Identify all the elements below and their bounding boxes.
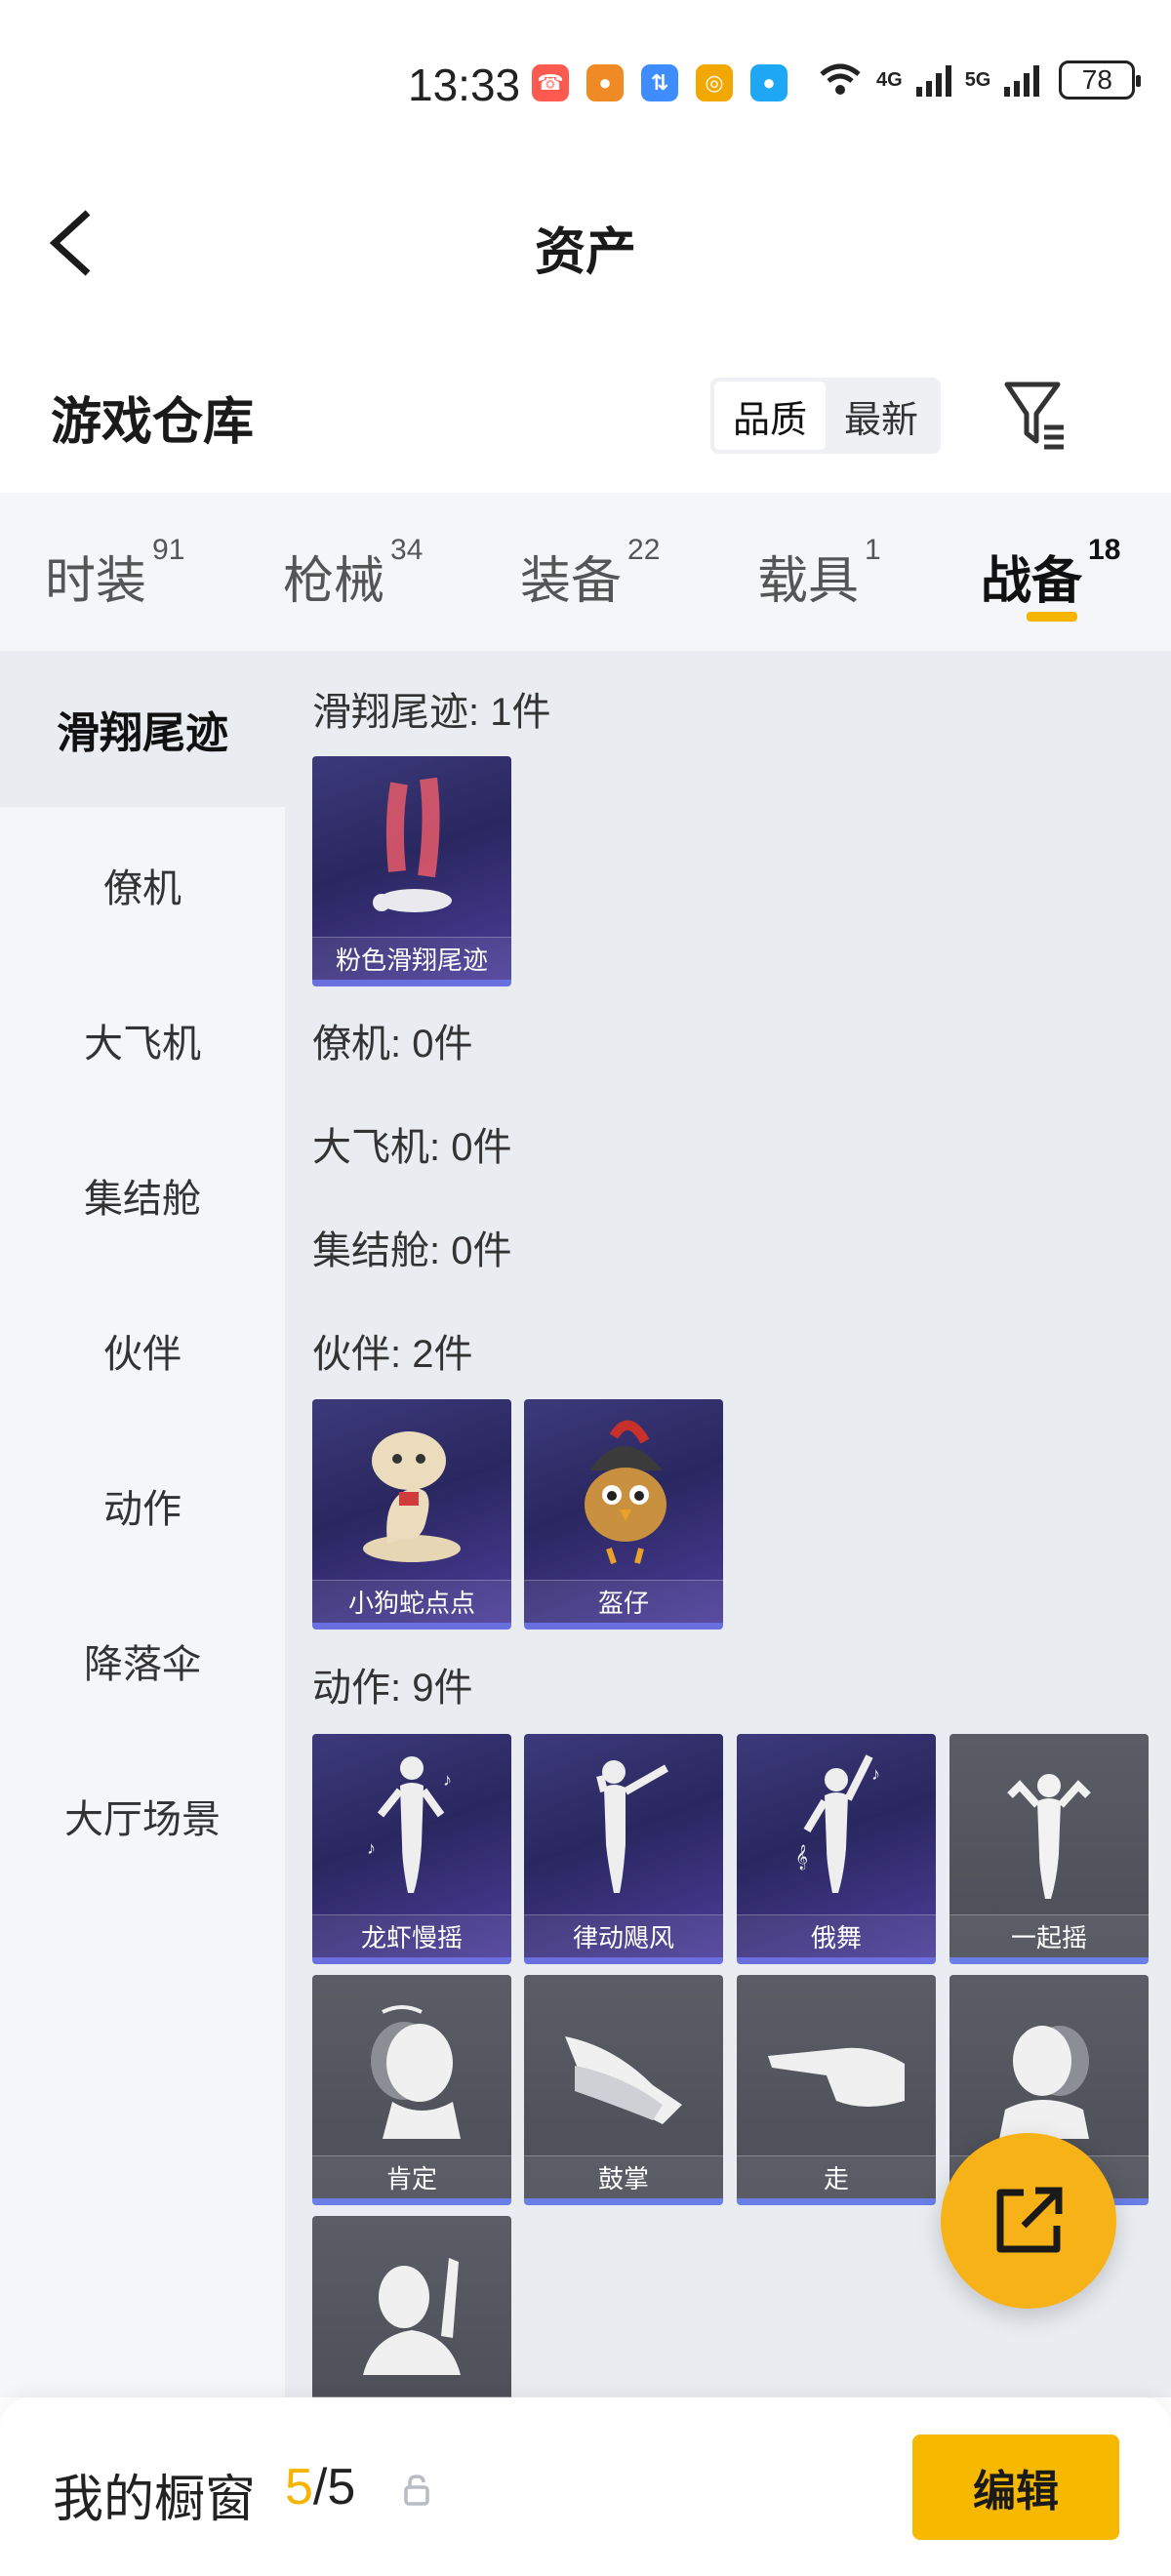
group-label-glide: 滑翔尾迹: 1件 xyxy=(312,691,551,734)
group-label-wingman: 僚机: 0件 xyxy=(312,1023,473,1066)
group-label-capsule: 集结舱: 0件 xyxy=(312,1229,512,1272)
nod-head-art xyxy=(312,1975,511,2156)
showcase-count: 5/5 xyxy=(285,2459,356,2516)
filter-icon xyxy=(1004,382,1064,450)
item-card[interactable]: ♪ 𝄞 俄舞 xyxy=(737,1734,936,1964)
item-card[interactable]: 小狗蛇点点 xyxy=(312,1399,511,1630)
item-card[interactable]: 粉色滑翔尾迹 xyxy=(312,756,511,986)
svg-text:♪: ♪ xyxy=(443,1770,452,1790)
status-app-icons: ☎ ● ⇅ ◎ ● xyxy=(532,64,787,101)
side-nav: 滑翔尾迹 僚机 大飞机 集结舱 伙伴 动作 降落伞 大厅场景 xyxy=(0,651,285,2397)
item-card[interactable]: 盔仔 xyxy=(524,1399,723,1630)
signal-5g-icon xyxy=(1004,63,1040,97)
status-bar: 13:33 ☎ ● ⇅ ◎ ● 4G 5G 78 xyxy=(0,0,1171,166)
item-card[interactable]: 律动飓风 xyxy=(524,1734,723,1964)
sidenav-item-glide-trail[interactable]: 滑翔尾迹 xyxy=(0,651,285,807)
sort-quality-button[interactable]: 品质 xyxy=(714,382,826,450)
filter-button[interactable] xyxy=(1001,377,1070,455)
item-name: 粉色滑翔尾迹 xyxy=(312,937,511,980)
item-name: 盔仔 xyxy=(524,1580,723,1623)
item-name: 鼓掌 xyxy=(524,2155,723,2198)
sidenav-item-action[interactable]: 动作 xyxy=(0,1428,285,1584)
section-title: 游戏仓库 xyxy=(51,394,255,451)
status-time: 13:33 xyxy=(408,60,521,110)
sidenav-item-parachute[interactable]: 降落伞 xyxy=(0,1583,285,1739)
svg-text:♪: ♪ xyxy=(871,1764,880,1784)
network-5g-label: 5G xyxy=(964,68,991,91)
helmet-bird-art xyxy=(524,1399,723,1581)
item-card[interactable]: 肯定 xyxy=(312,1975,511,2205)
active-tab-indicator xyxy=(1027,612,1077,622)
sort-newest-button[interactable]: 最新 xyxy=(826,382,937,450)
wifi-icon xyxy=(820,63,861,95)
item-name: 走 xyxy=(737,2155,936,2198)
clapping-hands-art xyxy=(524,1975,723,2156)
tab-guns[interactable]: 枪械34 xyxy=(283,534,423,613)
tab-vehicles[interactable]: 载具1 xyxy=(757,534,881,613)
sidenav-item-big-plane[interactable]: 大飞机 xyxy=(0,962,285,1118)
share-external-icon xyxy=(996,2187,1063,2253)
item-name: 龙虾慢摇 xyxy=(312,1914,511,1957)
signal-4g-icon xyxy=(915,63,951,97)
battery-icon: 78 xyxy=(1059,60,1142,100)
app-notification-icon: ● xyxy=(586,64,624,101)
showcase-label: 我的橱窗 xyxy=(53,2472,257,2528)
tab-equipment[interactable]: 装备22 xyxy=(520,534,660,613)
snake-dog-art xyxy=(312,1399,511,1581)
status-indicators: 4G 5G 78 xyxy=(818,60,1142,100)
app-notification-icon: ☎ xyxy=(532,64,569,101)
group-label-plane: 大飞机: 0件 xyxy=(312,1126,512,1169)
tab-combat-prep[interactable]: 战备18 xyxy=(981,534,1120,613)
app-notification-icon: ◎ xyxy=(696,64,733,101)
sidenav-item-capsule[interactable]: 集结舱 xyxy=(0,1117,285,1273)
category-tabs: 时装91 枪械34 装备22 载具1 战备18 xyxy=(0,493,1171,651)
item-name: 小狗蛇点点 xyxy=(312,1580,511,1623)
group-label-partner: 伙伴: 2件 xyxy=(312,1333,473,1376)
item-name: 一起摇 xyxy=(949,1914,1149,1957)
dance-figure-art: ♪ 𝄞 xyxy=(737,1734,936,1915)
network-4g-label: 4G xyxy=(876,68,903,91)
item-card[interactable]: 鼓掌 xyxy=(524,1975,723,2205)
pointing-hand-art xyxy=(737,1975,936,2156)
svg-text:𝄞: 𝄞 xyxy=(795,1844,808,1870)
tab-fashion[interactable]: 时装91 xyxy=(45,534,184,613)
app-notification-icon: ● xyxy=(750,64,787,101)
item-card[interactable]: ♪ ♪ 龙虾慢摇 xyxy=(312,1734,511,1964)
sidenav-item-lobby-scene[interactable]: 大厅场景 xyxy=(0,1738,285,1894)
item-name: 律动飓风 xyxy=(524,1914,723,1957)
item-name: 肯定 xyxy=(312,2155,511,2198)
sidenav-item-wingman[interactable]: 僚机 xyxy=(0,807,285,963)
dance-figure-art xyxy=(524,1734,723,1915)
page-title: 资产 xyxy=(534,224,636,281)
item-card[interactable]: 走 xyxy=(737,1975,936,2205)
item-card[interactable] xyxy=(312,2216,511,2397)
glide-trail-art xyxy=(312,756,511,938)
dance-figure-art xyxy=(949,1734,1149,1915)
showcase-bar: 我的橱窗 5/5 编辑 xyxy=(0,2397,1171,2576)
item-name: 俄舞 xyxy=(737,1914,936,1957)
wave-hand-art xyxy=(312,2216,511,2397)
share-button[interactable] xyxy=(941,2133,1116,2309)
app-notification-icon: ⇅ xyxy=(641,64,678,101)
shake-head-art xyxy=(949,1975,1149,2156)
sort-toggle: 品质 最新 xyxy=(710,378,941,454)
lock-icon xyxy=(404,2475,429,2506)
edit-button[interactable]: 编辑 xyxy=(912,2435,1119,2540)
sidenav-item-partner[interactable]: 伙伴 xyxy=(0,1272,285,1429)
app-header: 资产 xyxy=(0,166,1171,312)
section-header: 游戏仓库 品质 最新 xyxy=(0,322,1171,493)
item-card[interactable]: 一起摇 xyxy=(949,1734,1149,1964)
group-label-action: 动作: 9件 xyxy=(312,1667,473,1710)
svg-text:♪: ♪ xyxy=(367,1838,376,1858)
dance-figure-art: ♪ ♪ xyxy=(312,1734,511,1915)
